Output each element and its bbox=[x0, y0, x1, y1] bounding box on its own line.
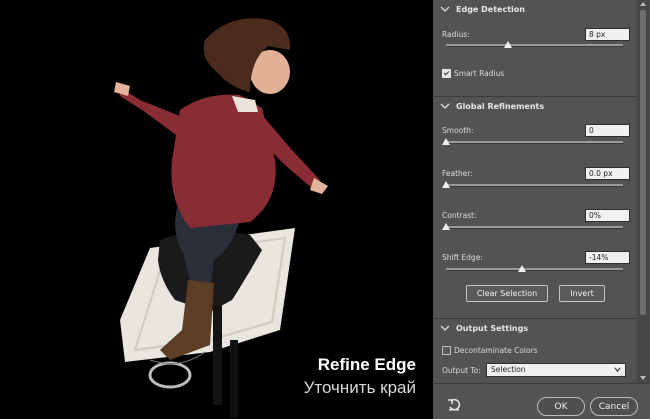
smooth-slider-thumb[interactable] bbox=[442, 138, 450, 145]
shift-edge-input[interactable]: -14% bbox=[585, 251, 630, 264]
radius-input[interactable]: 8 px bbox=[585, 28, 630, 41]
output-to-label: Output To: bbox=[442, 366, 481, 375]
rider-sweater bbox=[171, 94, 276, 228]
feather-label: Feather: bbox=[442, 169, 473, 178]
chevron-down-icon bbox=[440, 325, 450, 331]
shift-edge-slider-thumb[interactable] bbox=[518, 265, 527, 272]
shift-edge-label: Shift Edge: bbox=[442, 253, 483, 262]
radius-slider-thumb[interactable] bbox=[503, 41, 512, 48]
panel-scrollbar[interactable] bbox=[637, 0, 650, 383]
panel-footer: OK Cancel bbox=[433, 383, 650, 419]
shift-edge-slider[interactable] bbox=[446, 268, 623, 271]
section-output-settings[interactable]: Output Settings bbox=[433, 318, 637, 337]
clear-selection-button[interactable]: Clear Selection bbox=[466, 285, 548, 302]
section-global-refinements[interactable]: Global Refinements bbox=[433, 96, 637, 115]
feather-slider-thumb[interactable] bbox=[442, 181, 450, 188]
contrast-slider[interactable] bbox=[446, 226, 623, 229]
section-edge-detection[interactable]: Edge Detection bbox=[433, 0, 637, 18]
smart-radius-checkbox[interactable] bbox=[442, 69, 451, 78]
radius-slider[interactable] bbox=[446, 44, 623, 47]
caption-subtitle: Уточнить край bbox=[303, 378, 416, 397]
contrast-input[interactable]: 0% bbox=[585, 209, 630, 222]
output-to-value: Selection bbox=[491, 365, 526, 374]
scrollbar-thumb[interactable] bbox=[640, 10, 646, 315]
refine-edge-panel: Edge Detection Radius: 8 px Smart Radius… bbox=[433, 0, 650, 419]
scroll-down-arrow-icon[interactable] bbox=[640, 376, 646, 380]
output-to-select[interactable]: Selection bbox=[486, 363, 626, 377]
radius-label: Radius: bbox=[442, 30, 470, 39]
decontaminate-colors-checkbox[interactable] bbox=[442, 346, 451, 355]
reset-icon[interactable] bbox=[447, 398, 461, 412]
ok-button[interactable]: OK bbox=[537, 397, 585, 416]
section-title: Output Settings bbox=[456, 323, 529, 333]
canvas-preview[interactable]: Refine Edge Уточнить край bbox=[0, 0, 433, 418]
section-title: Global Refinements bbox=[456, 101, 545, 111]
cancel-button[interactable]: Cancel bbox=[590, 397, 638, 416]
scroll-up-arrow-icon[interactable] bbox=[640, 2, 646, 6]
section-title: Edge Detection bbox=[456, 4, 525, 14]
smooth-label: Smooth: bbox=[442, 126, 474, 135]
smart-radius-label: Smart Radius bbox=[454, 69, 505, 78]
feather-slider[interactable] bbox=[446, 184, 623, 187]
panel-content: Edge Detection Radius: 8 px Smart Radius… bbox=[433, 0, 637, 418]
smooth-input[interactable]: 0 bbox=[585, 124, 630, 137]
invert-button[interactable]: Invert bbox=[559, 285, 605, 302]
decontaminate-colors-label: Decontaminate Colors bbox=[454, 346, 538, 355]
chevron-down-icon bbox=[614, 367, 621, 373]
contrast-slider-thumb[interactable] bbox=[442, 223, 450, 230]
chevron-down-icon bbox=[440, 103, 450, 109]
chevron-down-icon bbox=[440, 6, 450, 12]
smooth-slider[interactable] bbox=[446, 141, 623, 144]
feather-input[interactable]: 0.0 px bbox=[585, 167, 630, 180]
contrast-label: Contrast: bbox=[442, 211, 477, 220]
caption-title: Refine Edge bbox=[317, 355, 416, 374]
